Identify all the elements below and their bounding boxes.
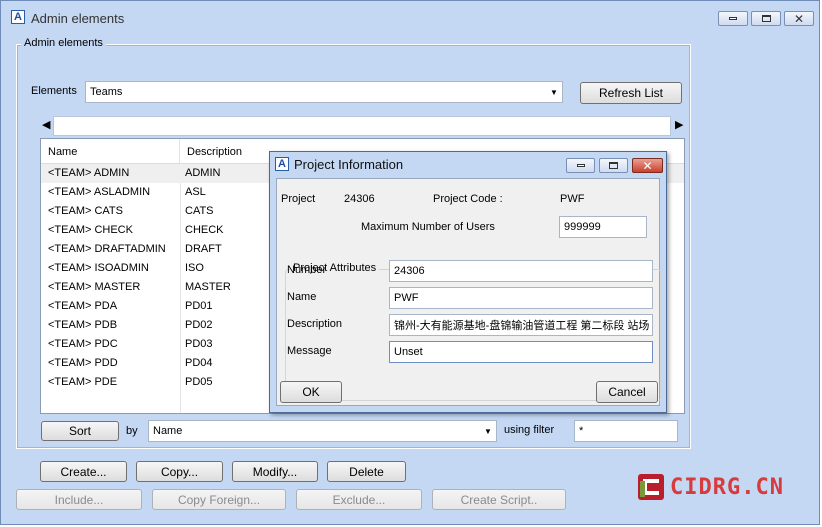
row-description-cell: MASTER [185,281,231,293]
row-description-cell: PD05 [185,376,213,388]
row-description-cell: ASL [185,186,206,198]
row-name-cell: <TEAM> DRAFTADMIN [48,243,166,255]
message-input[interactable]: Unset [389,341,653,363]
cancel-button[interactable]: Cancel [596,381,658,403]
row-description-cell: PD01 [185,300,213,312]
include-button[interactable]: Include... [16,489,142,510]
minimize-button[interactable] [718,11,748,26]
close-button[interactable]: ✕ [784,11,814,26]
number-input[interactable]: 24306 [389,260,653,282]
horizontal-scroll-strip[interactable] [53,116,671,136]
max-users-input[interactable]: 999999 [559,216,647,238]
sort-button[interactable]: Sort [41,421,119,441]
watermark-text: CIDRG.CN [670,475,784,500]
row-name-cell: <TEAM> CHECK [48,224,133,236]
create-script-button[interactable]: Create Script.. [432,489,566,510]
row-name-cell: <TEAM> PDB [48,319,118,331]
row-description-cell: PD04 [185,357,213,369]
row-name-cell: <TEAM> MASTER [48,281,141,293]
number-label: Number [287,264,327,276]
sort-by-dropdown[interactable]: Name ▼ [148,420,497,442]
dialog-logo-icon: A [275,157,289,171]
description-label: Description [287,318,343,330]
dropdown-arrow-icon: ▼ [550,87,558,97]
project-label: Project [281,193,316,205]
filter-input[interactable]: * [574,420,678,442]
column-header-name[interactable]: Name [41,139,180,163]
project-value: 24306 [344,193,375,205]
dialog-close-button[interactable]: ✕ [632,158,663,173]
filter-label: using filter [504,424,555,436]
row-description-cell: CHECK [185,224,224,236]
row-description-cell: ISO [185,262,204,274]
close-icon: ✕ [793,11,805,26]
maximize-icon [609,162,618,169]
row-name-cell: <TEAM> PDC [48,338,118,350]
elements-label: Elements [31,85,77,97]
dialog-body: Project 24306 Project Code : PWF Maximum… [276,178,661,406]
dialog-title: Project Information [294,157,404,172]
max-users-label: Maximum Number of Users [361,221,495,233]
window-title: Admin elements [31,11,125,26]
message-label: Message [287,345,332,357]
row-description-cell: ADMIN [185,167,221,179]
title-bar[interactable]: A Admin elements ✕ [1,1,819,35]
minimize-icon [576,164,585,167]
name-label: Name [287,291,317,303]
project-code-value: PWF [560,193,585,205]
cidrg-logo-icon [638,474,664,500]
scroll-right-icon[interactable]: ▶ [675,118,683,131]
admin-elements-window: A Admin elements ✕ Admin elements Elemen… [0,0,820,525]
dialog-minimize-button[interactable] [566,158,595,173]
row-name-cell: <TEAM> PDD [48,357,118,369]
minimize-icon [729,17,737,20]
row-description-cell: PD03 [185,338,213,350]
row-description-cell: CATS [185,205,214,217]
scroll-left-icon[interactable]: ◀ [42,118,50,131]
modify-button[interactable]: Modify... [232,461,318,482]
maximize-icon [761,15,771,22]
row-description-cell: DRAFT [185,243,222,255]
group-title: Admin elements [21,37,106,49]
delete-button[interactable]: Delete [327,461,406,482]
row-name-cell: <TEAM> ADMIN [48,167,130,179]
app-logo-icon: A [11,10,25,24]
row-name-cell: <TEAM> CATS [48,205,123,217]
copy-foreign-button[interactable]: Copy Foreign... [152,489,286,510]
project-information-dialog: A Project Information ✕ Project 24306 Pr… [269,151,667,413]
dropdown-arrow-icon: ▼ [484,426,492,436]
by-label: by [126,425,138,437]
description-input[interactable]: 锦州-大有能源基地-盘锦输油管道工程 第二标段 站场 [389,314,653,336]
project-code-label: Project Code : [433,193,503,205]
row-name-cell: <TEAM> PDE [48,376,118,388]
cidrg-logo: CIDRG.CN [637,473,787,503]
elements-dropdown[interactable]: Teams ▼ [85,81,563,103]
refresh-list-button[interactable]: Refresh List [580,82,682,104]
maximize-button[interactable] [751,11,781,26]
dialog-maximize-button[interactable] [599,158,628,173]
row-description-cell: PD02 [185,319,213,331]
row-name-cell: <TEAM> ISOADMIN [48,262,149,274]
elements-dropdown-value: Teams [90,86,123,98]
row-name-cell: <TEAM> PDA [48,300,118,312]
create-button[interactable]: Create... [40,461,127,482]
copy-button[interactable]: Copy... [136,461,223,482]
sort-by-value: Name [153,425,183,437]
ok-button[interactable]: OK [280,381,342,403]
row-name-cell: <TEAM> ASLADMIN [48,186,151,198]
name-input[interactable]: PWF [389,287,653,309]
exclude-button[interactable]: Exclude... [296,489,422,510]
close-icon: ✕ [642,158,653,173]
